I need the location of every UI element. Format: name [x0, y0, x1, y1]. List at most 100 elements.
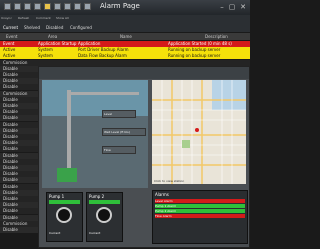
- cell-event: Disable: [3, 127, 18, 133]
- pump-2-card[interactable]: Pump 2 Current: [86, 192, 123, 242]
- maximize-button[interactable]: ▢: [228, 3, 236, 11]
- alarm-summary-text: Level Alarm: [155, 199, 173, 203]
- level-label: Level: [104, 112, 112, 116]
- cell-name: Data Flow Backup Alarm: [78, 53, 127, 59]
- map-graphic: [152, 80, 246, 184]
- cell-event: Disable: [3, 78, 18, 84]
- well-level-label: Well Level (ft bls): [104, 130, 130, 134]
- pump-1-card[interactable]: Pump 1 Current: [46, 192, 83, 242]
- cell-desc: Application Started (0 min 48 s): [168, 41, 232, 46]
- filter-icon[interactable]: [84, 3, 91, 10]
- tab-disabled[interactable]: Disabled: [46, 25, 63, 30]
- cell-event: Disable: [3, 140, 18, 146]
- cell-event: Disable: [3, 177, 18, 183]
- alarm-summary-row[interactable]: Pump 1 Alarm: [155, 204, 245, 208]
- toolbar-label: Unsync: [1, 16, 12, 20]
- cell-event: Disable: [3, 171, 18, 177]
- cell-event: Disable: [3, 134, 18, 139]
- tab-bar: Current Shelved Disabled Configured: [0, 24, 250, 32]
- pump-1-current-label: Current: [49, 231, 61, 235]
- pump-2-gauge-icon: [96, 207, 112, 223]
- alarm-summary-row[interactable]: Pump 2 Alarm: [155, 209, 245, 213]
- close-button[interactable]: ✕: [239, 3, 247, 11]
- cell-event: Disable: [3, 152, 18, 158]
- column-name[interactable]: Name: [120, 34, 132, 39]
- cell-event: Disable: [3, 84, 18, 90]
- table-row[interactable]: Commission: [0, 59, 250, 66]
- show-all-icon[interactable]: [34, 3, 41, 10]
- cell-event: Disable: [3, 208, 18, 214]
- map-caption: Click to view station: [154, 179, 185, 183]
- cell-event: Disable: [3, 165, 18, 170]
- pump-1-gauge-icon: [56, 207, 72, 223]
- alarm-summary-row[interactable]: Level Alarm: [155, 199, 245, 203]
- tab-shelved[interactable]: Shelved: [24, 25, 40, 30]
- cell-event: Disable: [3, 109, 18, 115]
- cell-desc: Running on backup server: [168, 47, 221, 53]
- table-row[interactable]: Active System Port Driver Backup Alarm Runn…: [0, 47, 250, 54]
- cell-name: Application: [78, 41, 101, 46]
- cell-event: Disable: [3, 183, 18, 189]
- pump-2-current-label: Current: [89, 231, 101, 235]
- cell-event: Disable: [3, 72, 18, 77]
- cell-event: Disable: [3, 65, 18, 71]
- cell-event: Disable: [3, 196, 18, 201]
- cell-event: Disable: [3, 121, 18, 127]
- well-level-box: Well Level (ft bls): [102, 128, 146, 136]
- minimize-button[interactable]: –: [218, 3, 226, 11]
- discharge-pipe: [69, 92, 139, 95]
- alarm-summary-row[interactable]: Flow Alarm: [155, 214, 245, 218]
- export-icon[interactable]: [64, 3, 71, 10]
- cell-event: Disable: [3, 189, 18, 195]
- pump-1-label: Pump 1: [49, 194, 65, 199]
- alarm-summary-text: Pump 2 Alarm: [155, 209, 177, 213]
- toolbar-label: Comment: [36, 16, 51, 20]
- alarm-summary-panel: Alarms Level Alarm Pump 1 Alarm Pump 2 A…: [152, 190, 248, 244]
- tab-configured[interactable]: Configured: [70, 25, 92, 30]
- cell-desc: Running on backup server: [168, 53, 221, 59]
- tab-current[interactable]: Current: [3, 25, 18, 30]
- cell-event: Disable: [3, 158, 18, 164]
- pump-2-label: Pump 2: [89, 194, 105, 199]
- toolbar-label: Refresh: [18, 16, 30, 20]
- cell-area: Application Startup: [38, 41, 77, 46]
- window-titlebar: Alarm Page – ▢ ✕: [0, 0, 250, 15]
- cell-event: Disable: [3, 103, 18, 108]
- cell-event: Commission: [3, 59, 28, 65]
- unsync-icon[interactable]: [4, 3, 11, 10]
- column-description[interactable]: Description: [205, 34, 228, 39]
- comment-icon[interactable]: [24, 3, 31, 10]
- cell-event: Disable: [3, 146, 18, 152]
- alarm-summary-text: Flow Alarm: [155, 214, 172, 218]
- table-row[interactable]: Event Application Startup Application Appli…: [0, 41, 250, 47]
- resolve-icon[interactable]: [74, 3, 81, 10]
- cell-event: Disable: [3, 96, 18, 102]
- pump-1-status: [49, 200, 80, 204]
- flow-box: Flow: [102, 146, 136, 154]
- scada-panel-header: [39, 67, 249, 79]
- cell-event: Disable: [3, 214, 18, 220]
- cell-name: Port Driver Backup Alarm: [78, 47, 129, 53]
- refresh-icon[interactable]: [14, 3, 21, 10]
- column-event[interactable]: Event: [6, 34, 17, 39]
- column-area[interactable]: Area: [48, 34, 57, 39]
- cell-event: Commission: [3, 220, 28, 226]
- flow-label: Flow: [104, 148, 111, 152]
- acknowledge-icon[interactable]: [44, 3, 51, 10]
- archive-icon[interactable]: [54, 3, 61, 10]
- well-diagram: Level Well Level (ft bls) Flow: [42, 80, 148, 188]
- table-row[interactable]: Active System Data Flow Backup Alarm Runnin…: [0, 53, 250, 60]
- cell-area: System: [38, 47, 53, 53]
- level-box: Level: [102, 110, 136, 118]
- cell-event: Commission: [3, 90, 28, 96]
- station-map[interactable]: Click to view station: [152, 80, 246, 184]
- alarm-summary-text: Pump 1 Alarm: [155, 204, 177, 208]
- table-header: Event Area Name Description: [0, 33, 250, 40]
- toolbar-labels: Unsync Refresh Comment Show All: [0, 15, 250, 24]
- pump-unit: [57, 168, 77, 182]
- window-title: Alarm Page: [100, 2, 140, 10]
- cell-event: Disable: [3, 115, 18, 121]
- cell-event: Event: [3, 41, 15, 46]
- cell-area: System: [38, 53, 53, 59]
- pump-2-status: [89, 200, 120, 204]
